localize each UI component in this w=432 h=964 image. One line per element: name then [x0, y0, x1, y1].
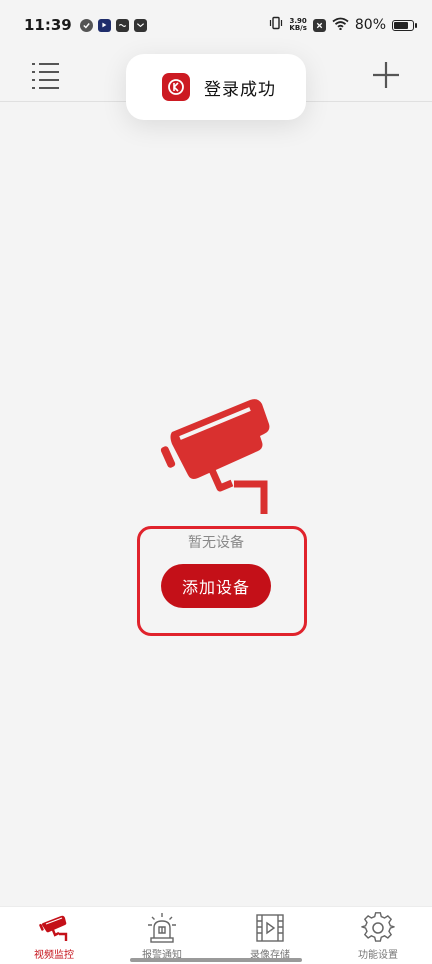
tab-video-monitoring[interactable]: 视频监控 [0, 907, 108, 964]
status-right: 3.90 KB/s 80% [269, 16, 417, 34]
mail-notification-icon [133, 18, 147, 32]
tab-function-settings[interactable]: 功能设置 [324, 907, 432, 964]
bottom-tab-bar: 视频监控 报警通知 录像存储 功能设置 [0, 906, 432, 964]
net-speed-unit: KB/s [289, 24, 307, 32]
tab-recording-storage[interactable]: 录像存储 [216, 907, 324, 964]
tab-alarm-notifications[interactable]: 报警通知 [108, 907, 216, 964]
notification-icons [79, 18, 147, 32]
empty-state-message: 暂无设备 [188, 535, 244, 551]
gear-icon [361, 912, 395, 942]
net-speed: 3.90 KB/s [289, 18, 306, 32]
battery-level [394, 21, 408, 29]
wifi-icon [332, 16, 349, 34]
security-camera-icon [39, 915, 68, 941]
alarm-siren-icon [148, 913, 176, 943]
app-notification-icon [115, 18, 129, 32]
plus-icon[interactable] [370, 59, 402, 91]
tab-label: 功能设置 [358, 950, 398, 961]
home-indicator[interactable] [130, 958, 302, 962]
security-camera-icon [158, 396, 274, 522]
film-video-icon [256, 914, 284, 942]
list-menu-icon[interactable] [30, 60, 62, 90]
play-notification-icon [97, 18, 111, 32]
battery-percent: 80% [354, 17, 386, 33]
no-sim-icon [312, 18, 326, 32]
status-time: 11:39 [24, 16, 72, 34]
add-device-button[interactable]: 添加设备 [161, 564, 271, 608]
vibrate-icon [269, 16, 283, 34]
status-bar: 11:39 3.90 KB/s 80% [0, 0, 432, 50]
login-success-toast: 登录成功 [126, 54, 306, 120]
toast-message: 登录成功 [204, 79, 276, 100]
battery-icon [392, 19, 417, 31]
check-notification-icon [79, 18, 93, 32]
tab-label: 视频监控 [34, 950, 74, 961]
app-logo-icon [162, 73, 190, 101]
